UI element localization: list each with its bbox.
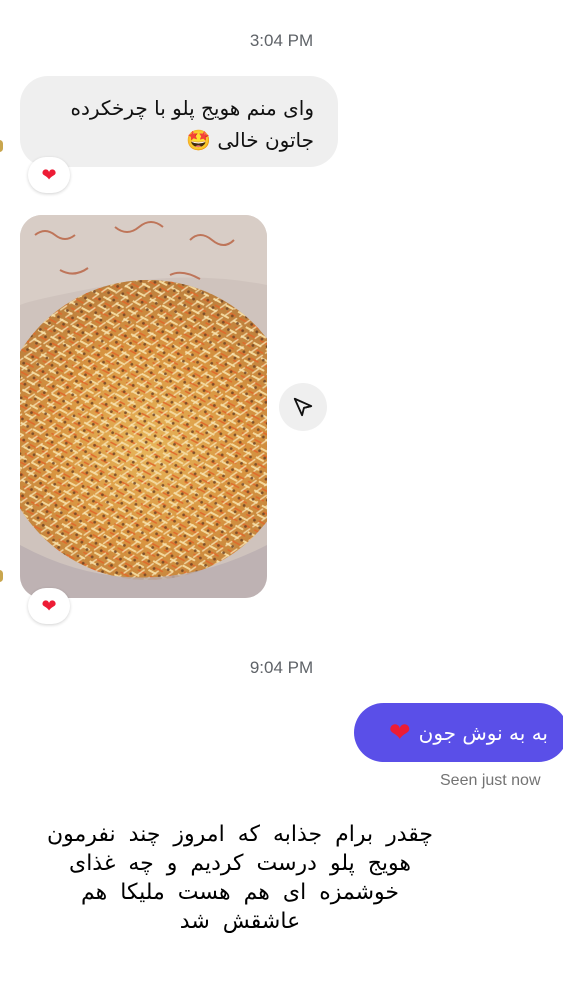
heart-icon: ❤	[41, 595, 57, 617]
heart-icon: ❤	[388, 717, 411, 748]
outgoing-message[interactable]: به به نوش جون ❤	[354, 703, 563, 762]
sender-avatar-edge	[0, 140, 3, 152]
incoming-message[interactable]: وای منم هویج پلو با چرخکرده جاتون خالی 🤩	[20, 76, 338, 167]
timestamp: 9:04 PM	[249, 658, 314, 677]
carrot-rice-image	[20, 215, 267, 598]
incoming-message-text: وای منم هویج پلو با چرخکرده جاتون خالی 🤩	[70, 96, 314, 152]
food-photo[interactable]	[20, 215, 267, 598]
overlay-caption: چقدر برام جذابه که امروز چند نفرمون هویج…	[46, 822, 434, 934]
paper-plane-icon	[293, 397, 313, 417]
photo-reaction[interactable]: ❤	[28, 588, 70, 624]
message-reaction[interactable]: ❤	[28, 157, 70, 193]
share-button[interactable]	[279, 383, 327, 431]
heart-icon: ❤	[41, 164, 57, 186]
seen-status: Seen just now	[440, 772, 541, 789]
timestamp: 3:04 PM	[249, 31, 314, 50]
sender-avatar-edge	[0, 570, 3, 582]
outgoing-message-text: به به نوش جون	[418, 720, 548, 745]
